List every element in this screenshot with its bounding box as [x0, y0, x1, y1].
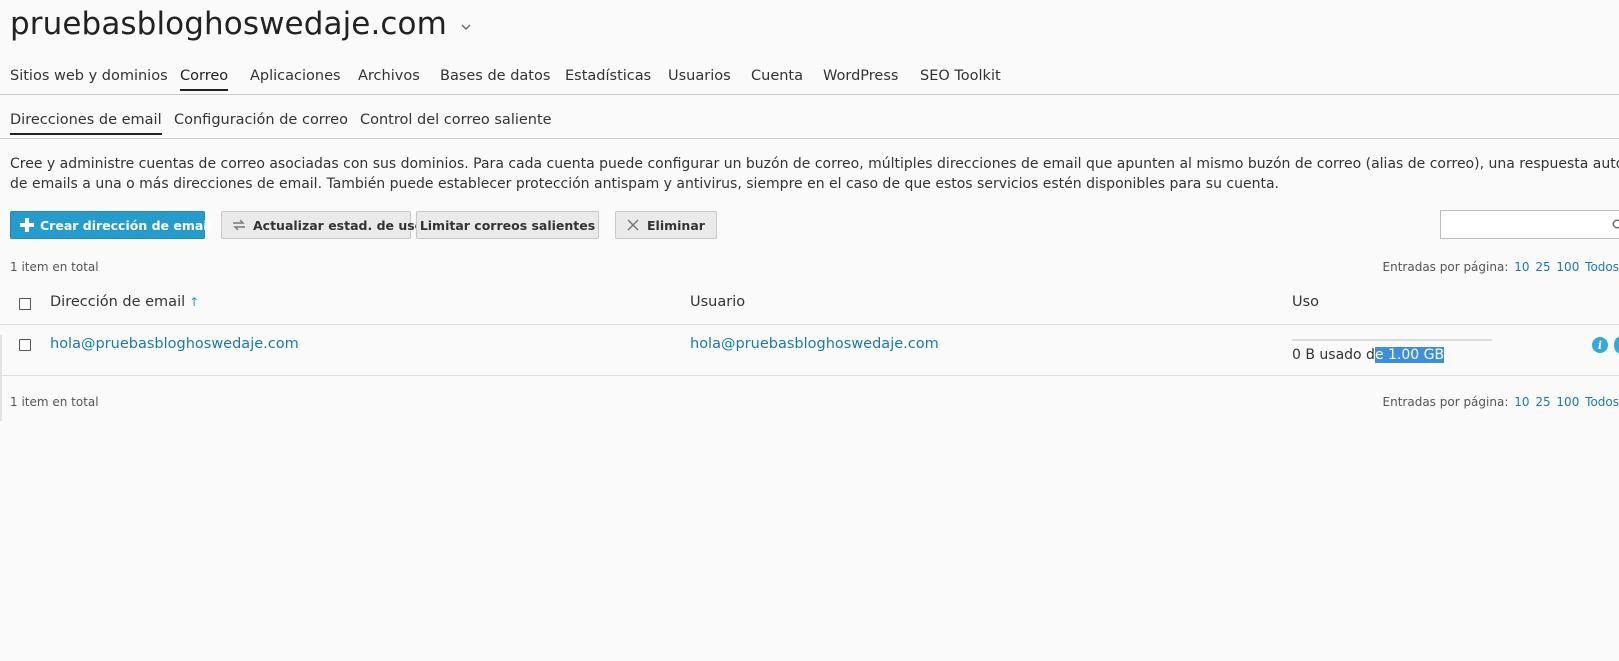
per-page-10-bottom[interactable]: 10 — [1514, 395, 1529, 409]
mail-sub-tabs: Direcciones de email Configuración de co… — [0, 112, 1619, 139]
tab-applications[interactable]: Aplicaciones — [250, 68, 341, 84]
table-row: hola@pruebasbloghoswedaje.com hola@prueb… — [0, 325, 1619, 376]
tab-files[interactable]: Archivos — [358, 68, 420, 84]
description-line-1: Cree y administre cuentas de correo asoc… — [10, 156, 1619, 172]
refresh-icon — [231, 217, 247, 233]
limit-outgoing-label: Limitar correos salientes — [419, 217, 596, 233]
tab-statistics[interactable]: Estadísticas — [565, 68, 651, 84]
plus-icon — [20, 217, 34, 233]
column-email[interactable]: Dirección de email ↑ — [50, 294, 199, 310]
table-header: Dirección de email ↑ Usuario Uso — [0, 284, 1619, 325]
more-options-icon[interactable] — [1614, 337, 1619, 353]
description-line-2: de emails a una o más direcciones de ema… — [10, 176, 1279, 192]
column-email-label: Dirección de email — [50, 294, 186, 310]
column-usage[interactable]: Uso — [1292, 294, 1319, 310]
chevron-down-icon[interactable] — [461, 20, 471, 34]
main-navigation-tabs: Sitios web y dominios Correo Aplicacione… — [0, 68, 1619, 95]
page-description: Cree y administre cuentas de correo asoc… — [10, 154, 1619, 194]
per-page-all-bottom[interactable]: Todos — [1585, 395, 1619, 409]
subtab-mail-settings[interactable]: Configuración de correo — [174, 112, 348, 128]
domain-title: pruebasbloghoswedaje.com — [10, 6, 447, 42]
update-usage-button[interactable]: Actualizar estad. de uso — [221, 211, 423, 239]
per-page-top: Entradas por página: 10 25 100 Todos — [1383, 260, 1619, 274]
tab-users[interactable]: Usuarios — [668, 68, 731, 84]
items-total-top: 1 item en total — [10, 260, 99, 274]
items-total-bottom: 1 item en total — [10, 395, 99, 409]
subtab-email-addresses[interactable]: Direcciones de email — [10, 112, 162, 135]
tab-wordpress[interactable]: WordPress — [823, 68, 898, 84]
email-address-link[interactable]: hola@pruebasbloghoswedaje.com — [50, 336, 299, 352]
per-page-100[interactable]: 100 — [1556, 260, 1579, 274]
usage-text: 0 B usado de 1.00 GB — [1292, 347, 1445, 363]
per-page-25[interactable]: 25 — [1535, 260, 1550, 274]
row-checkbox[interactable] — [19, 339, 31, 351]
close-icon — [625, 217, 641, 233]
search-input[interactable] — [1440, 210, 1619, 239]
subtab-outgoing-mail-control[interactable]: Control del correo saliente — [360, 112, 552, 128]
usage-prefix: 0 B usado d — [1292, 347, 1375, 363]
create-email-label: Crear dirección de email — [40, 217, 212, 233]
sort-ascending-icon[interactable]: ↑ — [189, 295, 199, 309]
tab-databases[interactable]: Bases de datos — [440, 68, 550, 84]
usage-selected-text: e 1.00 GB — [1374, 347, 1445, 363]
select-all-checkbox[interactable] — [19, 298, 31, 310]
domain-header[interactable]: pruebasbloghoswedaje.com — [10, 6, 471, 42]
per-page-bottom: Entradas por página: 10 25 100 Todos — [1383, 395, 1619, 409]
column-user[interactable]: Usuario — [690, 294, 745, 310]
create-email-button[interactable]: Crear dirección de email — [10, 211, 212, 239]
per-page-label-bottom: Entradas por página: — [1382, 395, 1509, 409]
search-icon[interactable] — [1612, 216, 1619, 229]
tab-account[interactable]: Cuenta — [751, 68, 803, 84]
per-page-all[interactable]: Todos — [1585, 260, 1619, 274]
user-link[interactable]: hola@pruebasbloghoswedaje.com — [690, 336, 939, 352]
limit-outgoing-button[interactable]: Limitar correos salientes — [416, 211, 599, 239]
per-page-25-bottom[interactable]: 25 — [1535, 395, 1550, 409]
tab-seo-toolkit[interactable]: SEO Toolkit — [920, 68, 1001, 84]
per-page-label: Entradas por página: — [1382, 260, 1509, 274]
per-page-100-bottom[interactable]: 100 — [1556, 395, 1579, 409]
usage-progress-bar — [1292, 339, 1492, 341]
delete-label: Eliminar — [647, 217, 705, 233]
tab-mail[interactable]: Correo — [180, 68, 229, 91]
delete-button[interactable]: Eliminar — [615, 211, 717, 239]
tab-websites-domains[interactable]: Sitios web y dominios — [10, 68, 168, 84]
info-icon[interactable]: i — [1592, 337, 1608, 353]
update-usage-label: Actualizar estad. de uso — [253, 217, 424, 233]
per-page-10[interactable]: 10 — [1514, 260, 1529, 274]
